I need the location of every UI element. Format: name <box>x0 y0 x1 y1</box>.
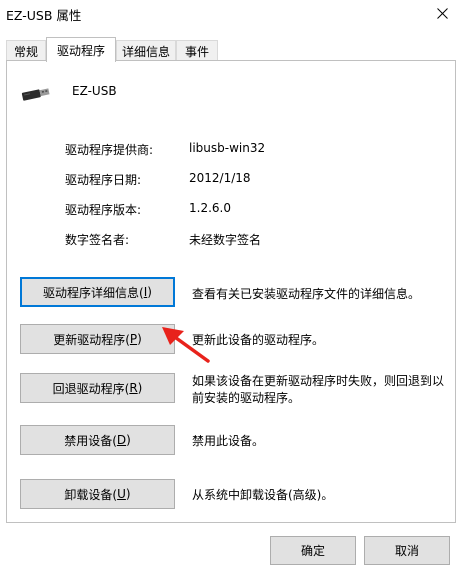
device-name: EZ-USB <box>72 84 117 98</box>
title-bar[interactable]: EZ-USB 属性 <box>0 0 462 30</box>
roll-back-driver-description: 如果该设备在更新驱动程序时失败，则回退到以前安装的驱动程序。 <box>192 374 445 405</box>
driver-provider-label: 驱动程序提供商: <box>65 143 154 157</box>
driver-provider-value: libusb-win32 <box>189 141 266 155</box>
digital-signer-label: 数字签名者: <box>65 233 130 247</box>
window-title: EZ-USB 属性 <box>6 8 82 23</box>
update-driver-button[interactable]: 更新驱动程序(P) <box>20 324 175 354</box>
driver-details-description: 查看有关已安装驱动程序文件的详细信息。 <box>192 287 421 301</box>
ok-button[interactable]: 确定 <box>270 536 356 565</box>
uninstall-device-description: 从系统中卸载设备(高级)。 <box>192 488 334 502</box>
close-icon <box>436 7 448 19</box>
update-driver-description: 更新此设备的驱动程序。 <box>192 333 325 347</box>
tab-general[interactable]: 常规 <box>6 40 46 61</box>
tab-details[interactable]: 详细信息 <box>116 40 176 61</box>
disable-device-description: 禁用此设备。 <box>192 434 265 448</box>
uninstall-device-button[interactable]: 卸载设备(U) <box>20 479 175 509</box>
driver-version-label: 驱动程序版本: <box>65 203 142 217</box>
driver-version-value: 1.2.6.0 <box>189 201 231 215</box>
tab-events[interactable]: 事件 <box>176 40 218 61</box>
usb-drive-icon <box>21 88 50 101</box>
properties-dialog: EZ-USB 属性 常规 驱动程序 详细信息 事件 EZ-USB 驱动程序提供商… <box>0 0 462 570</box>
driver-tab-panel: EZ-USB 驱动程序提供商: libusb-win32 驱动程序日期: 201… <box>6 60 456 523</box>
disable-device-button[interactable]: 禁用设备(D) <box>20 425 175 455</box>
driver-details-button[interactable]: 驱动程序详细信息(I) <box>20 277 175 307</box>
driver-date-label: 驱动程序日期: <box>65 173 142 187</box>
close-button[interactable] <box>422 0 462 26</box>
digital-signer-value: 未经数字签名 <box>189 233 262 247</box>
tab-driver[interactable]: 驱动程序 <box>46 37 116 62</box>
driver-date-value: 2012/1/18 <box>189 171 251 185</box>
cancel-button[interactable]: 取消 <box>364 536 450 565</box>
roll-back-driver-button[interactable]: 回退驱动程序(R) <box>20 373 175 403</box>
